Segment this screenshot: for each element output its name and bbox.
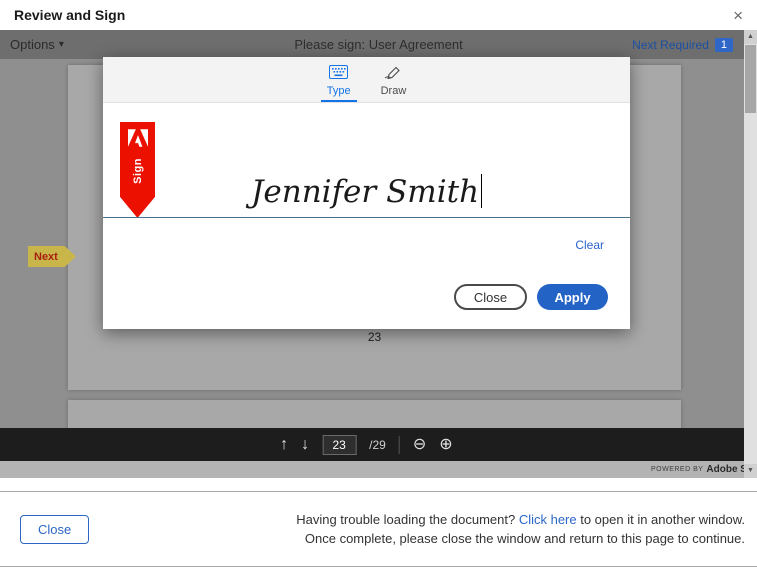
adobe-brand-label: Adobe S xyxy=(706,464,747,475)
pager-controls: ↑ ↓ /29 ⊖ ⊕ xyxy=(280,428,453,461)
footer-close-button[interactable]: Close xyxy=(20,515,89,544)
tab-type-label: Type xyxy=(327,85,351,97)
signature-close-button[interactable]: Close xyxy=(454,284,527,310)
next-required-label: Next Required xyxy=(632,38,709,52)
scrollbar-thumb[interactable] xyxy=(745,45,756,113)
powered-by-label: POWERED BY xyxy=(651,466,703,473)
page-total-label: /29 xyxy=(369,438,386,452)
scroll-up-icon[interactable]: ▲ xyxy=(744,30,757,44)
signature-text[interactable]: Jennifer Smith xyxy=(103,174,630,210)
clear-signature-link[interactable]: Clear xyxy=(575,238,604,252)
powered-by-strip: POWERED BY Adobe S ▾ xyxy=(0,461,757,478)
document-toolbar: Options ▾ Please sign: User Agreement Ne… xyxy=(0,30,757,59)
next-field-tab-label: Next xyxy=(34,251,58,263)
help-prefix: Having trouble loading the document? xyxy=(296,512,519,527)
window-titlebar: Review and Sign × xyxy=(0,0,757,30)
document-page-next xyxy=(68,400,681,428)
footer-panel: Close Having trouble loading the documen… xyxy=(0,491,757,567)
signature-dialog-actions: Close Apply xyxy=(454,284,608,310)
next-page-icon[interactable]: ↓ xyxy=(301,437,309,453)
click-here-link[interactable]: Click here xyxy=(519,512,577,527)
keyboard-icon xyxy=(329,65,348,84)
vertical-scrollbar[interactable]: ▲ ▼ xyxy=(744,30,757,478)
close-icon[interactable]: × xyxy=(733,7,743,24)
signature-dialog-body: Sign Jennifer Smith Clear Close Apply xyxy=(103,103,630,328)
zoom-in-icon[interactable]: ⊕ xyxy=(439,437,452,453)
zoom-out-icon[interactable]: ⊖ xyxy=(413,437,426,453)
tab-draw[interactable]: Draw xyxy=(375,61,413,102)
previous-page-icon[interactable]: ↑ xyxy=(280,437,288,453)
signature-dialog: Type Draw Sign Jennifer Smith xyxy=(103,57,630,329)
window-title: Review and Sign xyxy=(14,7,125,23)
adobe-logo-icon xyxy=(128,129,148,152)
signature-dialog-tabs: Type Draw xyxy=(103,57,630,103)
help-suffix: to open it in another window. xyxy=(577,512,745,527)
toolbar-divider xyxy=(399,436,400,454)
page-number-label: 23 xyxy=(68,330,681,344)
next-required-badge: 1 xyxy=(715,38,733,52)
tab-type[interactable]: Type xyxy=(321,61,357,102)
help-line2: Once complete, please close the window a… xyxy=(305,531,745,546)
page-number-input[interactable] xyxy=(322,435,356,455)
footer-help-text: Having trouble loading the document? Cli… xyxy=(296,510,745,548)
signature-baseline xyxy=(103,217,630,218)
pen-icon xyxy=(384,65,402,84)
tab-draw-label: Draw xyxy=(381,85,407,97)
signature-apply-button[interactable]: Apply xyxy=(537,284,608,310)
next-required[interactable]: Next Required 1 xyxy=(632,38,747,52)
pager-toolbar: ↑ ↓ /29 ⊖ ⊕ › xyxy=(0,428,757,461)
text-cursor xyxy=(481,174,482,208)
scroll-down-icon[interactable]: ▼ xyxy=(744,464,757,478)
